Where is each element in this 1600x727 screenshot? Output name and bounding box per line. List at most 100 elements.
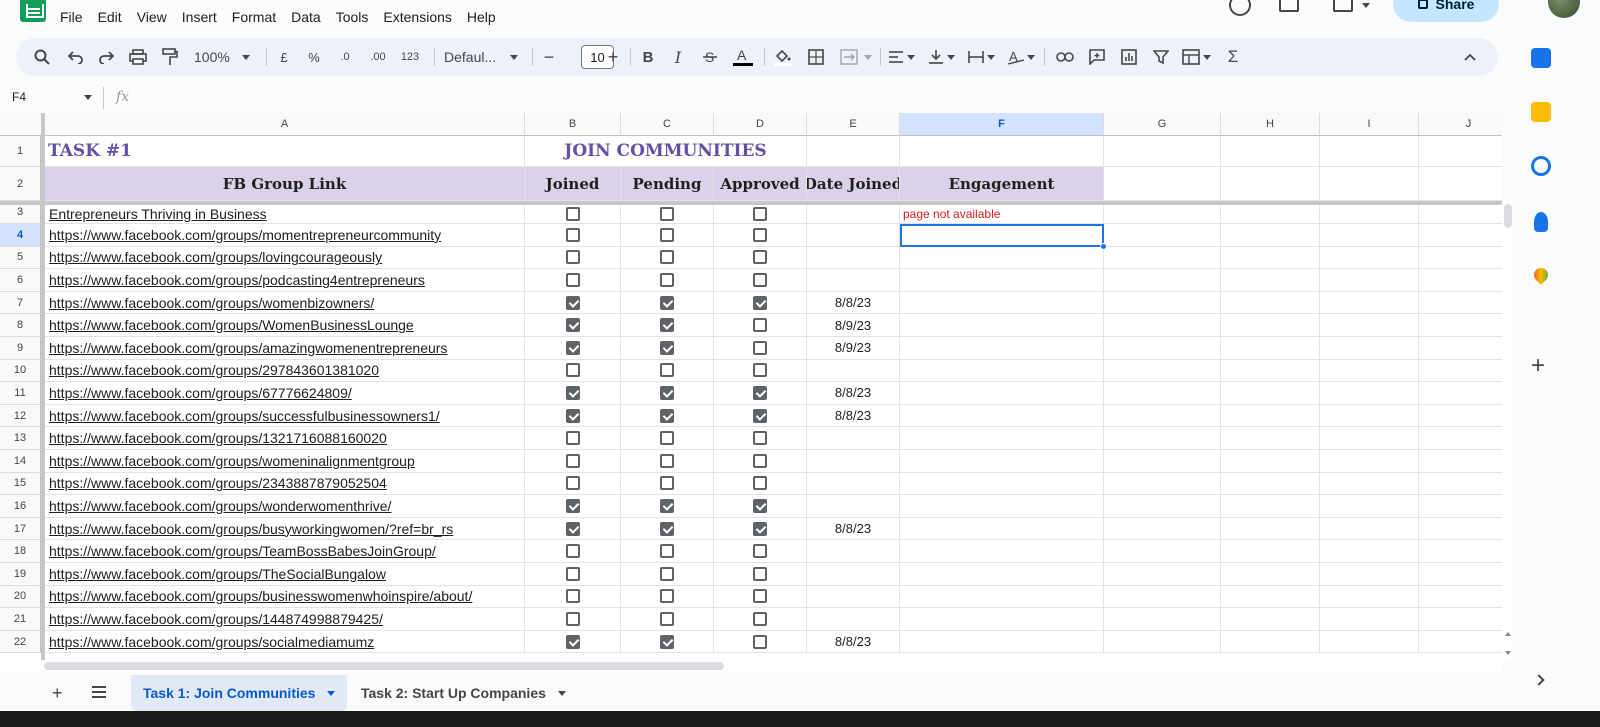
- date-joined-cell[interactable]: [807, 495, 900, 518]
- checkbox-unchecked[interactable]: [565, 544, 580, 559]
- empty-cell[interactable]: [1419, 292, 1502, 315]
- checkbox-cell-d[interactable]: [714, 291, 807, 315]
- fill-color-icon[interactable]: [772, 38, 794, 76]
- checkbox-unchecked[interactable]: [565, 227, 580, 242]
- empty-cell[interactable]: [1221, 427, 1320, 450]
- menu-extensions[interactable]: Extensions: [383, 9, 459, 25]
- date-joined-cell[interactable]: [807, 608, 900, 631]
- fb-group-link[interactable]: https://www.facebook.com/groups/podcasti…: [45, 269, 525, 292]
- date-joined-cell[interactable]: 8/9/23: [807, 337, 900, 360]
- checkbox-cell-d[interactable]: [714, 585, 807, 609]
- row-header[interactable]: 8: [0, 314, 41, 337]
- checkbox-cell-c[interactable]: [621, 608, 714, 631]
- column-header-d[interactable]: D: [714, 113, 807, 136]
- engagement-cell[interactable]: [900, 246, 1104, 270]
- date-joined-cell[interactable]: 8/8/23: [807, 291, 900, 315]
- menu-file[interactable]: File: [60, 9, 91, 25]
- checkbox-cell-c[interactable]: [621, 427, 714, 450]
- checkbox-cell-c[interactable]: [621, 585, 714, 609]
- date-joined-cell[interactable]: [807, 205, 900, 224]
- engagement-cell[interactable]: [900, 495, 1104, 518]
- checkbox-unchecked[interactable]: [753, 227, 767, 242]
- font-family-select[interactable]: Defaul...: [444, 38, 508, 76]
- checkbox-unchecked[interactable]: [660, 544, 674, 559]
- empty-cell[interactable]: [1419, 167, 1502, 201]
- functions-icon[interactable]: Σ: [1222, 38, 1244, 76]
- font-dropdown-icon[interactable]: [508, 38, 520, 76]
- name-box-dropdown-icon[interactable]: [84, 95, 92, 100]
- checkbox-checked[interactable]: [660, 318, 674, 333]
- engagement-cell[interactable]: [900, 427, 1104, 450]
- empty-cell[interactable]: [1221, 269, 1320, 292]
- checkbox-cell-b[interactable]: [525, 224, 621, 247]
- checkbox-checked[interactable]: [565, 498, 580, 513]
- row-header[interactable]: 19: [0, 563, 41, 586]
- row-header[interactable]: 21: [0, 608, 41, 631]
- column-header-h[interactable]: H: [1221, 113, 1320, 136]
- paint-format-icon[interactable]: [158, 38, 182, 76]
- checkbox-checked[interactable]: [565, 385, 580, 400]
- date-joined-cell[interactable]: [807, 359, 900, 383]
- share-button[interactable]: Share: [1393, 0, 1499, 22]
- fb-group-link[interactable]: https://www.facebook.com/groups/business…: [45, 585, 525, 609]
- checkbox-cell-c[interactable]: [621, 630, 714, 654]
- row-header[interactable]: 16: [0, 495, 41, 518]
- empty-cell[interactable]: [1320, 517, 1419, 541]
- italic-button[interactable]: I: [668, 38, 688, 76]
- checkbox-unchecked[interactable]: [565, 363, 580, 378]
- checkbox-cell-c[interactable]: [621, 382, 714, 405]
- checkbox-cell-c[interactable]: [621, 246, 714, 270]
- scroll-down-icon[interactable]: [1505, 651, 1511, 655]
- fb-group-link[interactable]: https://www.facebook.com/groups/busywork…: [45, 517, 525, 541]
- engagement-cell[interactable]: [900, 291, 1104, 315]
- empty-cell[interactable]: [1419, 631, 1502, 654]
- engagement-cell[interactable]: [900, 450, 1104, 473]
- valign-dropdown-icon[interactable]: [946, 38, 956, 76]
- checkbox-cell-c[interactable]: [621, 205, 714, 224]
- version-history-icon[interactable]: [1229, 0, 1251, 16]
- checkbox-cell-d[interactable]: [714, 517, 807, 541]
- checkbox-unchecked[interactable]: [660, 363, 674, 378]
- sheet-tab-task-1[interactable]: Task 1: Join Communities: [131, 675, 348, 711]
- date-joined-cell[interactable]: [807, 246, 900, 270]
- column-header-g[interactable]: G: [1104, 113, 1221, 136]
- all-sheets-icon[interactable]: [92, 686, 106, 698]
- empty-cell[interactable]: [1320, 382, 1419, 405]
- empty-cell[interactable]: [1221, 608, 1320, 631]
- empty-cell[interactable]: [807, 136, 900, 167]
- checkbox-unchecked[interactable]: [565, 272, 580, 287]
- empty-cell[interactable]: [1221, 246, 1320, 270]
- text-rotation-icon[interactable]: A: [1006, 38, 1026, 76]
- engagement-cell[interactable]: [900, 359, 1104, 383]
- checkbox-cell-d[interactable]: [714, 608, 807, 631]
- checkbox-cell-b[interactable]: [525, 359, 621, 383]
- row-header[interactable]: 18: [0, 540, 41, 563]
- checkbox-checked[interactable]: [565, 340, 580, 355]
- empty-cell[interactable]: [1104, 291, 1221, 315]
- checkbox-unchecked[interactable]: [753, 476, 767, 491]
- checkbox-cell-b[interactable]: [525, 269, 621, 292]
- checkbox-unchecked[interactable]: [660, 589, 674, 604]
- avatar[interactable]: [1548, 0, 1580, 18]
- checkbox-unchecked[interactable]: [660, 431, 674, 446]
- empty-cell[interactable]: [1419, 314, 1502, 337]
- checkbox-unchecked[interactable]: [753, 589, 767, 604]
- empty-cell[interactable]: [1419, 450, 1502, 473]
- checkbox-cell-d[interactable]: [714, 540, 807, 563]
- checkbox-cell-b[interactable]: [525, 291, 621, 315]
- row-header[interactable]: 17: [0, 517, 41, 541]
- date-joined-cell[interactable]: [807, 563, 900, 586]
- date-joined-cell[interactable]: [807, 472, 900, 496]
- checkbox-cell-c[interactable]: [621, 269, 714, 292]
- checkbox-unchecked[interactable]: [753, 340, 767, 355]
- empty-cell[interactable]: [1104, 246, 1221, 270]
- empty-cell[interactable]: [1104, 472, 1221, 496]
- maps-icon[interactable]: [1531, 265, 1551, 285]
- empty-cell[interactable]: [1104, 224, 1221, 247]
- checkbox-cell-c[interactable]: [621, 224, 714, 247]
- fb-group-link[interactable]: https://www.facebook.com/groups/womenbiz…: [45, 291, 525, 315]
- checkbox-checked[interactable]: [565, 634, 580, 649]
- checkbox-checked[interactable]: [660, 634, 674, 649]
- empty-cell[interactable]: [1221, 517, 1320, 541]
- redo-icon[interactable]: [94, 38, 118, 76]
